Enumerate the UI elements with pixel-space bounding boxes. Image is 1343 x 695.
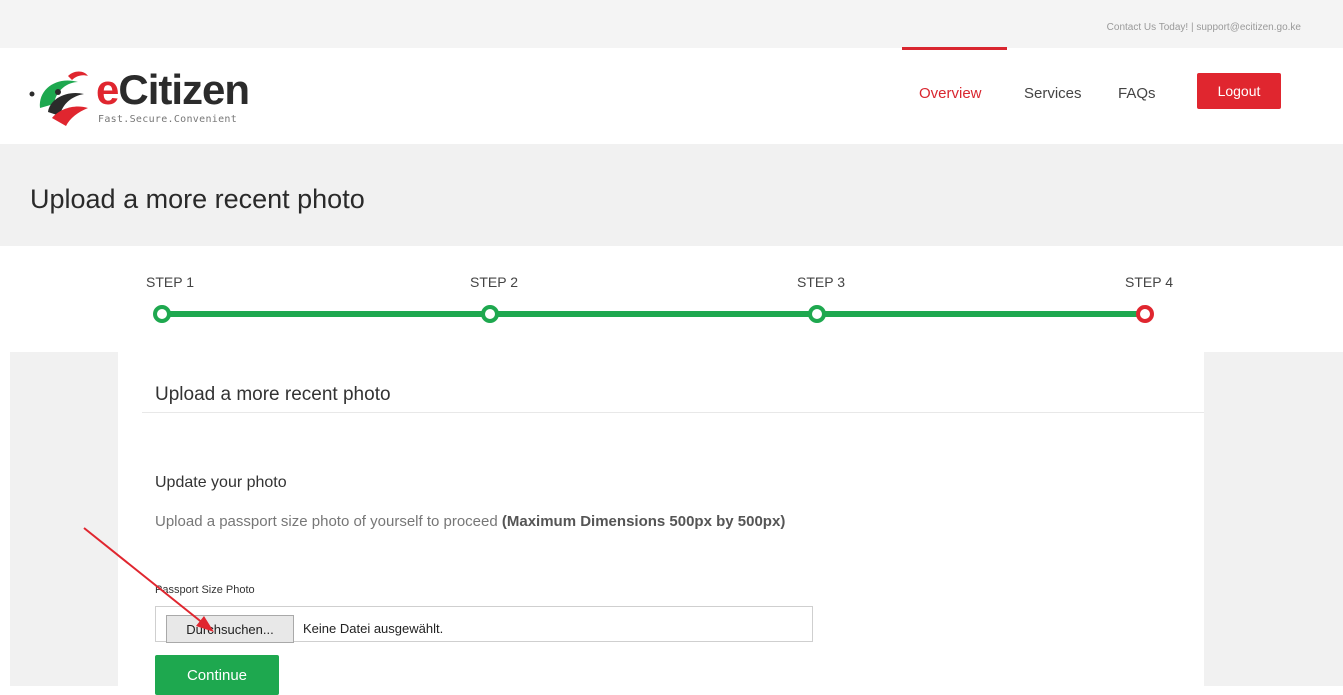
nav-faqs[interactable]: FAQs — [1118, 85, 1156, 102]
passport-photo-file-input[interactable]: Durchsuchen... Keine Datei ausgewählt. — [155, 606, 813, 643]
continue-button[interactable]: Continue — [155, 655, 279, 695]
section-heading: Update your photo — [155, 474, 287, 491]
progress-line — [163, 311, 1153, 317]
step-3-dot — [808, 305, 826, 323]
active-nav-indicator — [902, 47, 1007, 50]
file-status-text: Keine Datei ausgewählt. — [303, 621, 444, 636]
nav-overview[interactable]: Overview — [919, 85, 982, 102]
browse-button[interactable]: Durchsuchen... — [166, 615, 294, 643]
upload-card: Upload a more recent photo Update your p… — [118, 352, 1204, 695]
passport-photo-label: Passport Size Photo — [155, 584, 255, 596]
max-dimensions-text: (Maximum Dimensions 500px by 500px) — [501, 513, 786, 530]
step-1-label: STEP 1 — [146, 274, 194, 290]
card-title: Upload a more recent photo — [155, 384, 391, 405]
top-contact-bar: Contact Us Today! | support@ecitizen.go.… — [0, 0, 1343, 49]
nav-services[interactable]: Services — [1024, 85, 1082, 102]
step-4-dot — [1136, 305, 1154, 323]
step-1-dot — [153, 305, 171, 323]
instructions-text: Upload a passport size photo of yourself… — [155, 513, 502, 530]
page-title-band: Upload a more recent photo — [0, 144, 1343, 246]
brand-prefix: e — [96, 66, 119, 113]
contact-text[interactable]: Contact Us Today! | support@ecitizen.go.… — [1107, 22, 1301, 33]
step-2-dot — [481, 305, 499, 323]
card-divider — [142, 412, 1204, 413]
brand-wordmark[interactable]: eCitizen — [96, 66, 250, 113]
brand-tagline: Fast.Secure.Convenient — [98, 114, 238, 125]
brand-name: Citizen — [118, 66, 250, 113]
logout-button[interactable]: Logout — [1197, 73, 1281, 109]
page-title: Upload a more recent photo — [30, 184, 365, 214]
upload-instructions: Upload a passport size photo of yourself… — [155, 507, 855, 537]
step-3-label: STEP 3 — [797, 274, 845, 290]
step-4-label: STEP 4 — [1125, 274, 1173, 290]
step-2-label: STEP 2 — [470, 274, 518, 290]
ecitizen-logo-icon[interactable] — [28, 68, 98, 128]
